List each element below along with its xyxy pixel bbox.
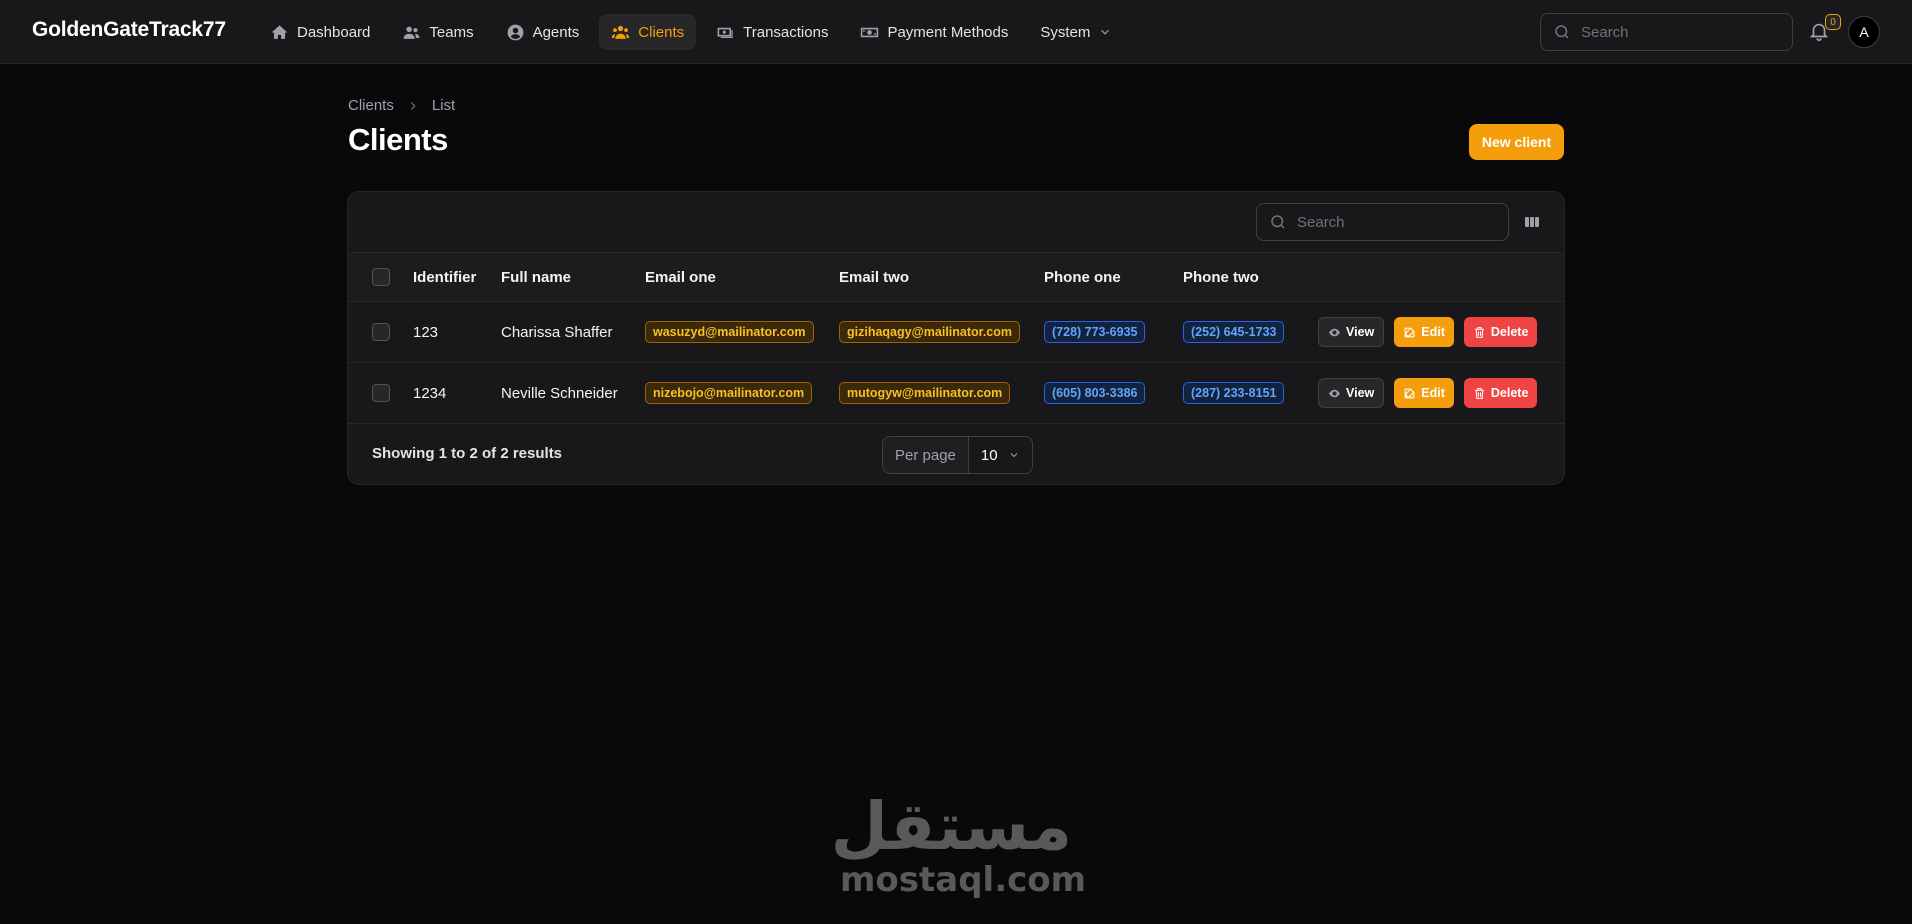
cell-identifier: 123 [413, 323, 439, 341]
delete-label: Delete [1490, 325, 1529, 339]
phone-two-badge[interactable]: (252) 645-1733 [1183, 321, 1285, 343]
table-toolbar [348, 192, 1564, 253]
view-columns-icon [1525, 217, 1539, 227]
delete-button[interactable]: Delete [1463, 378, 1538, 408]
clients-table-card: Identifier Full name Email one Email two… [347, 191, 1565, 485]
nav-item-agents[interactable]: Agents [494, 14, 592, 50]
nav-item-dashboard[interactable]: Dashboard [258, 14, 382, 50]
top-navigation-bar: GoldenGateTrack77 Dashboard Teams Agents… [0, 0, 1912, 64]
row-checkbox[interactable] [372, 323, 390, 341]
row-checkbox[interactable] [372, 384, 390, 402]
email-two-badge[interactable]: mutogyw@mailinator.com [839, 382, 1011, 404]
delete-button[interactable]: Delete [1463, 317, 1538, 347]
nav-item-label: Payment Methods [887, 23, 1009, 41]
column-header-phone-two[interactable]: Phone two [1183, 253, 1259, 301]
trash-icon [1475, 326, 1484, 338]
phone-two-badge[interactable]: (287) 233-8151 [1183, 382, 1285, 404]
cash-icon [717, 27, 733, 38]
watermark-latin: mostaql.com [840, 860, 1087, 900]
nav-item-label: Transactions [743, 23, 829, 41]
user-group-icon [612, 25, 630, 39]
table-search-input[interactable] [1297, 213, 1487, 231]
nav-item-teams[interactable]: Teams [390, 14, 485, 50]
chevron-right-icon [410, 101, 416, 110]
eye-icon [1329, 328, 1340, 336]
edit-button[interactable]: Edit [1394, 378, 1454, 408]
nav-item-clients[interactable]: Clients [599, 14, 697, 50]
global-search-input[interactable] [1581, 23, 1771, 41]
table-footer: Showing 1 to 2 of 2 results Per page 10 [348, 424, 1564, 484]
users-icon [403, 26, 420, 39]
email-one-badge[interactable]: nizebojo@mailinator.com [645, 382, 813, 404]
phone-one-badge[interactable]: (605) 803-3386 [1044, 382, 1146, 404]
nav-item-label: Dashboard [297, 23, 371, 41]
chevron-down-icon [1101, 29, 1110, 35]
nav-item-transactions[interactable]: Transactions [704, 14, 840, 50]
pencil-square-icon [1404, 326, 1415, 337]
column-header-phone-one[interactable]: Phone one [1044, 253, 1121, 301]
search-icon [1271, 215, 1285, 229]
per-page-select[interactable]: 10 [969, 437, 1032, 473]
column-header-email-two[interactable]: Email two [839, 253, 909, 301]
user-circle-icon [507, 24, 523, 40]
cell-full-name: Charissa Shaffer [501, 323, 613, 341]
nav-item-label: Teams [429, 23, 474, 41]
breadcrumb-list: List [431, 97, 456, 114]
select-all-checkbox[interactable] [372, 268, 390, 286]
main-nav: Dashboard Teams Agents Clients Transacti… [258, 14, 1128, 50]
delete-label: Delete [1490, 386, 1529, 400]
table-header: Identifier Full name Email one Email two… [348, 253, 1564, 302]
breadcrumb-clients[interactable]: Clients [348, 97, 394, 114]
column-header-full-name[interactable]: Full name [501, 253, 571, 301]
notification-count-badge: 0 [1825, 14, 1841, 30]
nav-item-label: System [1040, 23, 1091, 41]
view-button[interactable]: View [1318, 317, 1385, 347]
column-header-email-one[interactable]: Email one [645, 253, 716, 301]
global-search[interactable] [1540, 13, 1793, 51]
nav-item-label: Agents [532, 23, 580, 41]
view-button[interactable]: View [1318, 378, 1385, 408]
table-search[interactable] [1256, 203, 1509, 241]
phone-one-badge[interactable]: (728) 773-6935 [1044, 321, 1146, 343]
eye-icon [1329, 389, 1340, 397]
edit-label: Edit [1421, 386, 1445, 400]
per-page-control: Per page 10 [882, 436, 1033, 474]
table-row[interactable]: 1234 Neville Schneider nizebojo@mailinat… [348, 363, 1564, 424]
trash-icon [1475, 387, 1484, 399]
pagination-summary: Showing 1 to 2 of 2 results [372, 445, 563, 462]
cell-identifier: 1234 [413, 384, 447, 402]
email-one-badge[interactable]: wasuzyd@mailinator.com [645, 321, 814, 343]
email-two-badge[interactable]: gizihaqagy@mailinator.com [839, 321, 1021, 343]
chevron-down-icon [1010, 453, 1017, 458]
edit-label: Edit [1421, 325, 1445, 339]
cell-full-name: Neville Schneider [501, 384, 618, 402]
view-label: View [1346, 325, 1375, 339]
pencil-square-icon [1404, 387, 1415, 398]
column-header-identifier[interactable]: Identifier [413, 253, 476, 301]
per-page-value: 10 [980, 446, 998, 464]
table-row[interactable]: 123 Charissa Shaffer wasuzyd@mailinator.… [348, 302, 1564, 363]
nav-item-label: Clients [638, 23, 685, 41]
per-page-label: Per page [883, 437, 969, 473]
user-avatar[interactable]: A [1848, 16, 1880, 48]
nav-item-system[interactable]: System [1028, 14, 1124, 50]
watermark: مستقل mostaql.com [830, 788, 1087, 901]
watermark-arabic: مستقل [830, 788, 1072, 865]
search-icon [1555, 25, 1569, 39]
page-title: Clients [348, 122, 448, 157]
banknotes-icon [861, 27, 879, 37]
home-icon [271, 24, 288, 39]
brand-logo[interactable]: GoldenGateTrack77 [32, 18, 226, 42]
column-toggle-button[interactable] [1524, 214, 1540, 230]
new-client-button[interactable]: New client [1469, 124, 1564, 160]
view-label: View [1346, 386, 1375, 400]
breadcrumb: Clients List [348, 97, 455, 114]
nav-item-payment-methods[interactable]: Payment Methods [848, 14, 1020, 50]
edit-button[interactable]: Edit [1394, 317, 1454, 347]
